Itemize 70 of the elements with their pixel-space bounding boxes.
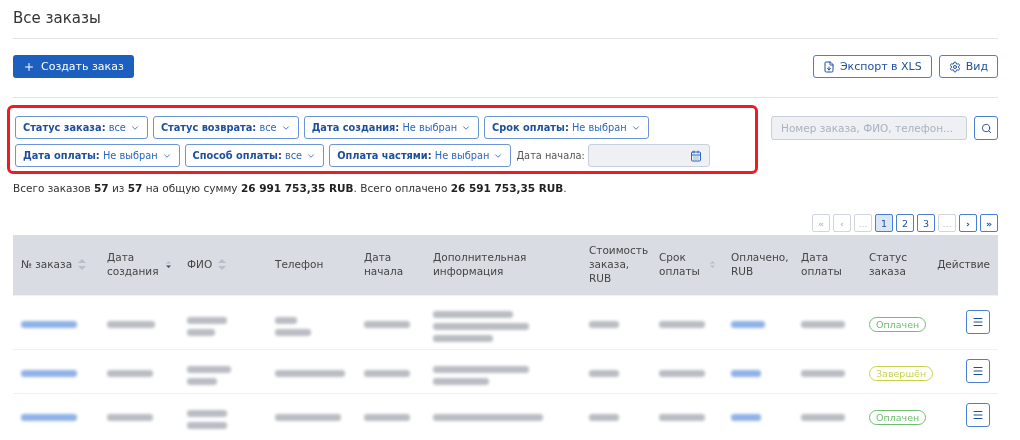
filter-dropdown[interactable]: Срок оплаты: Не выбран — [484, 116, 649, 139]
blurred-text — [107, 413, 153, 421]
create-order-button[interactable]: Создать заказ — [13, 55, 134, 78]
blurred-text — [187, 316, 227, 336]
blurred-text — [107, 320, 155, 328]
actions-menu-button[interactable] — [966, 310, 990, 334]
pagination-button[interactable]: » — [980, 214, 998, 232]
plus-icon — [23, 60, 35, 73]
menu-icon — [972, 409, 984, 422]
blurred-link[interactable] — [731, 320, 765, 328]
column-header[interactable]: ФИО — [187, 257, 213, 272]
blurred-text — [589, 413, 619, 421]
calendar-icon — [689, 149, 702, 162]
blurred-text — [659, 413, 705, 421]
blurred-text — [364, 320, 410, 328]
view-button[interactable]: Вид — [938, 55, 998, 78]
export-button[interactable]: Экспорт в XLS — [812, 55, 932, 78]
blurred-link[interactable] — [731, 369, 761, 377]
filter-dropdown[interactable]: Дата оплаты: Не выбран — [15, 144, 180, 167]
orders-summary: Всего заказов 57 из 57 на общую сумму 26 991 753,35 RUB. Всего оплачено 26 591 753,35 RUB. — [13, 182, 568, 194]
column-header: Статус заказа — [869, 251, 908, 279]
date-field[interactable] — [587, 144, 710, 167]
blurred-text — [364, 369, 410, 377]
filter-dropdown[interactable]: Статус возврата: все — [152, 116, 299, 139]
pagination-button[interactable]: 2 — [896, 214, 914, 232]
column-header: Оплачено, RUB — [731, 251, 789, 279]
filter-dropdown[interactable]: Способ оплаты: все — [184, 144, 325, 167]
filter-dropdown[interactable]: Дата создания: Не выбран — [303, 116, 480, 139]
blurred-link[interactable] — [21, 413, 77, 421]
pagination-button[interactable]: 3 — [917, 214, 935, 232]
menu-icon — [972, 316, 984, 328]
blurred-text — [589, 320, 619, 328]
blurred-link[interactable] — [21, 320, 77, 328]
blurred-text — [187, 365, 231, 385]
pagination-button[interactable]: › — [959, 214, 977, 232]
blurred-text — [801, 320, 845, 328]
actions-menu-button[interactable] — [966, 403, 990, 428]
file-download-icon — [822, 60, 835, 73]
filter-dropdown[interactable]: Статус заказа: все — [15, 116, 148, 139]
settings-icon — [948, 60, 961, 73]
actions-menu-button[interactable] — [966, 359, 990, 383]
blurred-text — [659, 369, 705, 377]
blurred-text — [364, 413, 410, 421]
blurred-text — [187, 409, 227, 429]
page-title: Все заказы — [13, 8, 102, 29]
search-icon — [980, 122, 992, 134]
field-label: Дата начала: — [516, 150, 585, 161]
blurred-text — [275, 413, 341, 421]
column-header[interactable]: № заказа — [21, 257, 73, 272]
blurred-link[interactable] — [21, 369, 77, 377]
blurred-text — [659, 320, 705, 328]
menu-icon — [972, 365, 984, 377]
blurred-text — [589, 369, 619, 377]
sort-icon[interactable] — [165, 259, 171, 271]
column-header: Телефон — [275, 257, 324, 272]
column-header: Стоимость заказа, RUB — [589, 244, 649, 286]
pagination-button[interactable]: 1 — [875, 214, 893, 232]
filter-dropdown[interactable]: Оплата частями: Не выбран — [329, 144, 512, 167]
blurred-link[interactable] — [731, 413, 761, 421]
blurred-text — [275, 316, 311, 336]
column-header: Действие — [937, 257, 990, 272]
blurred-text — [275, 369, 345, 377]
column-header: Дата оплаты — [801, 251, 843, 279]
column-header: Дополнительная информация — [433, 251, 528, 279]
column-header: Дата начала — [364, 251, 405, 279]
blurred-text — [801, 413, 845, 421]
search-field[interactable]: Номер заказа, ФИО, телефон... — [771, 116, 967, 140]
blurred-text — [801, 369, 845, 377]
search-button[interactable] — [974, 116, 998, 140]
blurred-text — [107, 369, 153, 377]
